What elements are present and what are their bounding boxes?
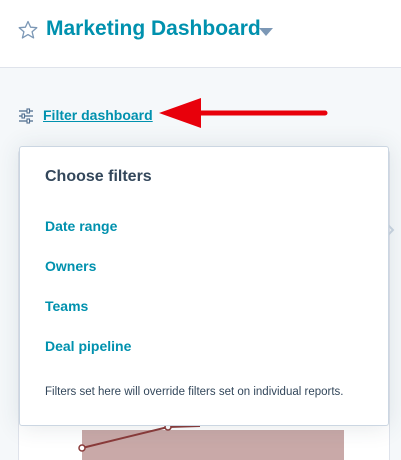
dashboard-header: Marketing Dashboard [0, 0, 401, 68]
star-icon[interactable] [18, 20, 38, 40]
filter-option-date-range[interactable]: Date range [45, 218, 117, 234]
popover-title: Choose filters [45, 168, 152, 185]
filter-dashboard-link[interactable]: Filter dashboard [43, 107, 153, 123]
annotation-arrow [159, 98, 328, 128]
caret-down-icon[interactable] [258, 27, 274, 37]
sliders-icon [19, 108, 33, 124]
filter-option-deal-pipeline[interactable]: Deal pipeline [45, 338, 131, 354]
popover-note: Filters set here will override filters s… [45, 386, 344, 398]
filter-option-owners[interactable]: Owners [45, 258, 96, 274]
choose-filters-popover: Choose filters Date range Owners Teams D… [19, 146, 389, 426]
filter-option-teams[interactable]: Teams [45, 298, 88, 314]
dashboard-title[interactable]: Marketing Dashboard [46, 17, 261, 41]
